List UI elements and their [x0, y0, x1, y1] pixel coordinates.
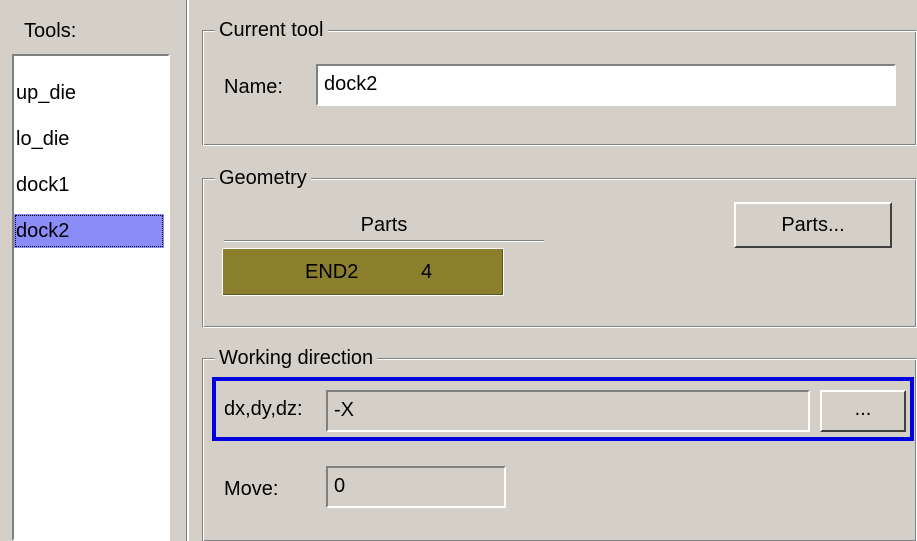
- working-direction-legend: Working direction: [215, 346, 378, 370]
- geometry-legend: Geometry: [215, 166, 311, 190]
- direction-browse-button[interactable]: ...: [820, 390, 906, 432]
- list-item-dock2[interactable]: dock2: [14, 214, 164, 248]
- tools-label: Tools:: [24, 20, 77, 42]
- move-field[interactable]: 0: [326, 466, 506, 508]
- list-item-up-die[interactable]: up_die: [14, 76, 164, 110]
- move-label: Move:: [224, 478, 279, 500]
- parts-button-label: Parts...: [781, 214, 845, 236]
- panel-separator: [186, 0, 189, 541]
- parts-column-header: Parts: [360, 214, 408, 236]
- parts-list-row[interactable]: END2 4: [222, 248, 504, 296]
- parts-header-divider: [224, 240, 544, 242]
- direction-browse-label: ...: [854, 398, 872, 420]
- current-tool-legend: Current tool: [215, 18, 328, 42]
- direction-field[interactable]: -X: [326, 390, 810, 432]
- name-input[interactable]: dock2: [316, 64, 896, 106]
- list-item-lo-die[interactable]: lo_die: [14, 122, 164, 156]
- list-item-dock1[interactable]: dock1: [14, 168, 164, 202]
- parts-button[interactable]: Parts...: [734, 202, 892, 248]
- direction-label: dx,dy,dz:: [224, 398, 303, 420]
- parts-row-name: END2: [305, 261, 359, 283]
- name-label: Name:: [224, 76, 283, 98]
- parts-row-count: 4: [421, 261, 433, 283]
